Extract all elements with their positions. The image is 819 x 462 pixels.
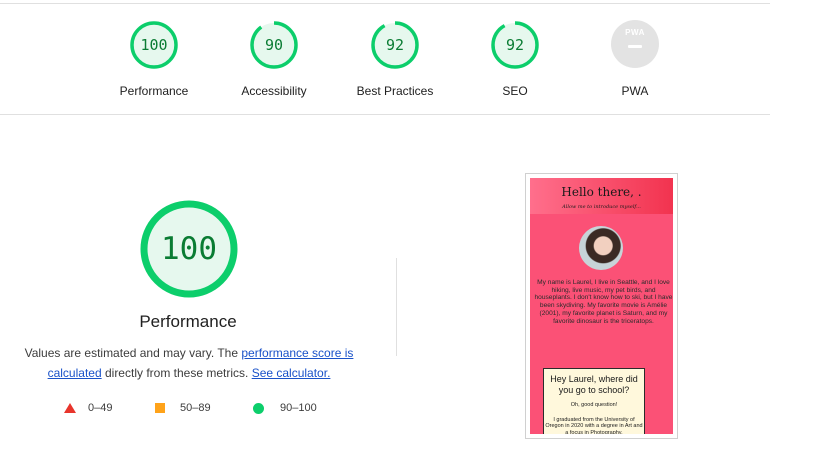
pwa-badge-text: PWA	[625, 28, 645, 37]
pwa-label: PWA	[621, 84, 649, 98]
preview-header: Hello there, . Allow me to introduce mys…	[530, 178, 673, 214]
top-divider	[0, 3, 770, 4]
accessibility-score: 90	[264, 36, 284, 54]
accessibility-gauge: 90	[249, 20, 299, 70]
category-performance[interactable]: 100 Performance	[94, 20, 214, 98]
performance-score: 100	[140, 36, 168, 54]
performance-label: Performance	[119, 84, 189, 98]
performance-main-score: 100	[161, 231, 217, 267]
description-text-2: directly from these metrics.	[101, 365, 252, 380]
category-pwa[interactable]: PWA PWA	[575, 20, 695, 98]
category-seo[interactable]: 92 SEO	[455, 20, 575, 98]
see-calculator-link[interactable]: See calculator.	[252, 366, 331, 380]
best-practices-label: Best Practices	[356, 84, 434, 98]
legend-average: 50–89	[155, 402, 211, 414]
preview-card-question: Hey Laurel, where did you go to school?	[550, 374, 638, 395]
preview-card-answer-2: I graduated from the University of Orego…	[545, 417, 643, 434]
accessibility-label: Accessibility	[241, 84, 307, 98]
preview-heading: Hello there, .	[561, 185, 642, 199]
vertical-divider	[396, 258, 397, 356]
score-legend: 0–49 50–89 90–100	[64, 402, 344, 418]
red-triangle-icon	[64, 403, 76, 414]
performance-gauge: 100	[129, 20, 179, 70]
preview-school-card: Hey Laurel, where did you go to school? …	[543, 368, 645, 434]
preview-page: Hello there, . Allow me to introduce mys…	[530, 178, 673, 434]
performance-description: Values are estimated and may vary. The p…	[14, 344, 364, 383]
avatar	[579, 226, 623, 270]
preview-card-answer-1: Oh, good question!	[570, 402, 618, 408]
orange-square-icon	[155, 403, 165, 414]
best-practices-gauge: 92	[370, 20, 420, 70]
preview-bio: My name is Laurel, I live in Seattle, an…	[534, 279, 673, 325]
legend-pass: 90–100	[253, 402, 317, 414]
best-practices-score: 92	[385, 36, 405, 54]
seo-score: 92	[505, 36, 525, 54]
category-accessibility[interactable]: 90 Accessibility	[214, 20, 334, 98]
seo-label: SEO	[502, 84, 528, 98]
page-screenshot-preview[interactable]: Hello there, . Allow me to introduce mys…	[525, 173, 678, 439]
section-divider	[0, 114, 770, 115]
pwa-dash-icon	[628, 45, 642, 48]
seo-gauge: 92	[490, 20, 540, 70]
performance-title: Performance	[139, 312, 237, 331]
pwa-badge-icon: PWA	[611, 20, 659, 68]
preview-subheading: Allow me to introduce myself...	[562, 204, 641, 210]
category-best-practices[interactable]: 92 Best Practices	[335, 20, 455, 98]
green-circle-icon	[253, 402, 264, 414]
legend-fail: 0–49	[64, 402, 112, 414]
description-text-1: Values are estimated and may vary. The	[24, 346, 242, 360]
performance-main-gauge: 100	[139, 199, 239, 299]
